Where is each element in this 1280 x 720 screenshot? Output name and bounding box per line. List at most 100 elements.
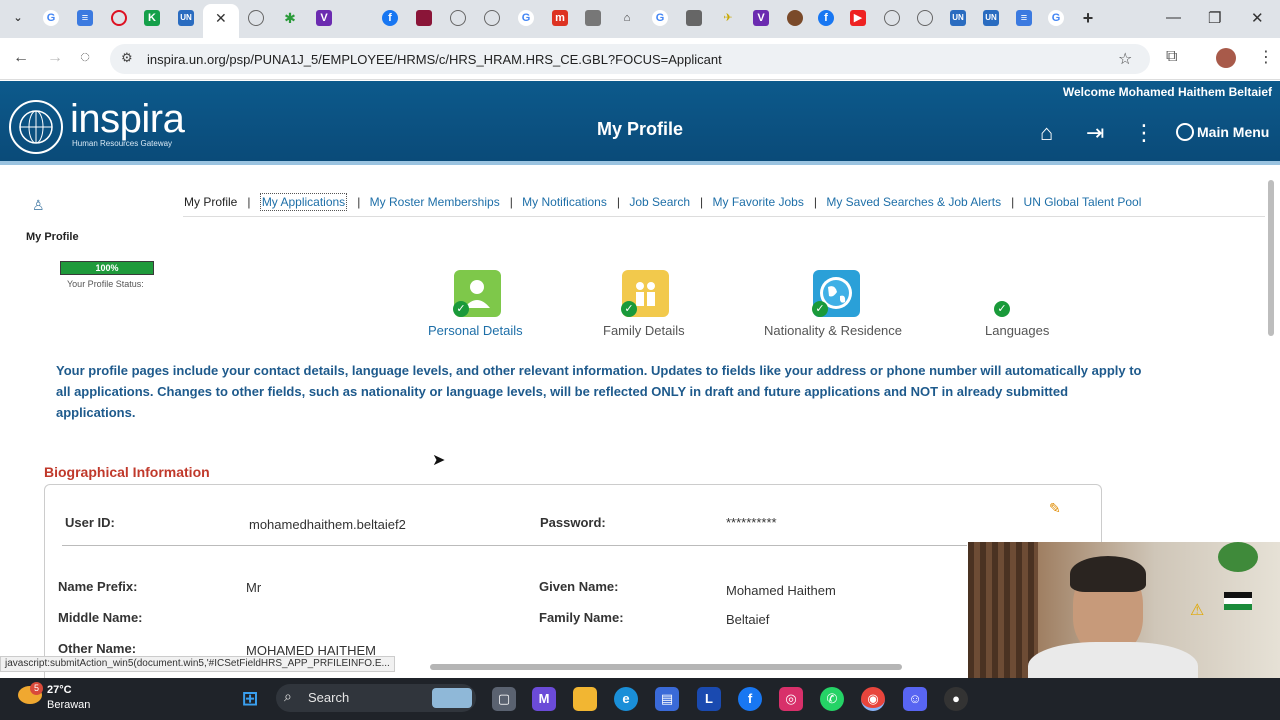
store-icon[interactable]: ▤: [655, 687, 679, 711]
globe-tab-icon[interactable]: [917, 10, 933, 26]
globe-tab-icon[interactable]: [884, 10, 900, 26]
list-tab-icon[interactable]: [686, 10, 702, 26]
nav-my-saved-searches[interactable]: My Saved Searches & Job Alerts: [826, 195, 1001, 209]
nav-separator: |: [813, 195, 817, 209]
given-name-value: Mohamed Haithem: [726, 583, 836, 598]
facebook-icon[interactable]: f: [738, 687, 762, 711]
welcome-text: Welcome Mohamed Haithem Beltaief: [1062, 85, 1272, 99]
nav-my-profile[interactable]: My Profile: [184, 195, 237, 209]
m-tab-icon[interactable]: m: [552, 10, 568, 26]
nav-separator: |: [1011, 195, 1015, 209]
google-tab-icon[interactable]: G: [1048, 10, 1064, 26]
yellow-tab-icon[interactable]: ✈: [720, 10, 736, 26]
plant: [1218, 542, 1258, 572]
extensions-icon[interactable]: ⧉: [1166, 48, 1177, 66]
instagram-icon[interactable]: ◎: [779, 687, 803, 711]
globe-tab-icon[interactable]: [484, 10, 500, 26]
tab-list-icon[interactable]: ⌄: [10, 10, 26, 26]
nav-separator: |: [247, 195, 251, 209]
whatsapp-icon[interactable]: ✆: [820, 687, 844, 711]
l-app-icon[interactable]: L: [697, 687, 721, 711]
un-tab-icon[interactable]: UN: [983, 10, 999, 26]
nav-my-favorite-jobs[interactable]: My Favorite Jobs: [713, 195, 804, 209]
browser-menu-icon[interactable]: ⋮: [1258, 47, 1274, 67]
bookmark-star-icon[interactable]: ☆: [1118, 49, 1132, 69]
qatar-tab-icon[interactable]: [416, 10, 432, 26]
youtube-tab-icon[interactable]: ▶: [850, 10, 866, 26]
horizontal-scrollbar[interactable]: [430, 664, 902, 670]
nationality-residence-link[interactable]: Nationality & Residence: [764, 323, 902, 338]
weather-widget[interactable]: 27°C Berawan: [47, 683, 90, 713]
name-prefix-label: Name Prefix:: [58, 579, 138, 594]
m365-icon[interactable]: M: [532, 687, 556, 711]
taskbar: [0, 678, 1280, 720]
home-icon[interactable]: ⌂: [1040, 120, 1053, 146]
family-name-label: Family Name:: [539, 610, 624, 625]
loading-icon[interactable]: ◌: [80, 47, 90, 67]
facebook-tab-icon[interactable]: f: [382, 10, 398, 26]
edge-icon[interactable]: e: [614, 687, 638, 711]
nav-my-applications[interactable]: My Applications: [259, 193, 348, 211]
minimize-icon[interactable]: —: [1166, 9, 1181, 26]
edit-pencil-icon[interactable]: ✎: [1049, 500, 1061, 517]
signout-icon[interactable]: ⇥: [1086, 120, 1104, 146]
back-icon[interactable]: ←: [13, 49, 29, 67]
nav-my-notifications[interactable]: My Notifications: [522, 195, 607, 209]
active-tab[interactable]: ✕: [203, 4, 239, 38]
globe-tab-icon[interactable]: [450, 10, 466, 26]
purple-tab-icon[interactable]: V: [316, 10, 332, 26]
seal-tab-icon[interactable]: [787, 10, 803, 26]
chrome-icon[interactable]: ◉: [861, 687, 885, 711]
other-name-label: Other Name:: [58, 641, 137, 656]
globe-tab-icon[interactable]: [248, 10, 264, 26]
obs-icon[interactable]: ●: [944, 687, 968, 711]
docs-tab-icon[interactable]: ≡: [1016, 10, 1032, 26]
url-field[interactable]: ⚙ inspira.un.org/psp/PUNA1J_5/EMPLOYEE/H…: [110, 44, 1150, 74]
google-tab-icon[interactable]: G: [652, 10, 668, 26]
task-view-icon[interactable]: ▢: [492, 687, 516, 711]
discord-icon[interactable]: ☺: [903, 687, 927, 711]
purple-tab-icon[interactable]: V: [753, 10, 769, 26]
personal-details-link[interactable]: Personal Details: [428, 323, 523, 338]
taskbar-search[interactable]: [276, 684, 476, 712]
new-tab-icon[interactable]: +: [1080, 9, 1096, 27]
facebook-tab-icon[interactable]: f: [818, 10, 834, 26]
nav-separator: |: [509, 195, 513, 209]
webcam-overlay: ⚠: [968, 542, 1280, 688]
languages-link[interactable]: Languages: [985, 323, 1049, 338]
close-window-icon[interactable]: ✕: [1251, 9, 1264, 27]
avatar[interactable]: [1216, 48, 1236, 68]
profile-progress-bar: 100%: [60, 261, 154, 275]
progress-label: Your Profile Status:: [67, 279, 144, 289]
more-options-icon[interactable]: ⋮: [1133, 120, 1155, 146]
family-details-link[interactable]: Family Details: [603, 323, 685, 338]
main-menu-button[interactable]: Main Menu: [1176, 123, 1269, 141]
puzzle-tab-icon[interactable]: ✱: [282, 10, 298, 26]
restore-icon[interactable]: ❐: [1208, 9, 1221, 27]
nav-separator: |: [357, 195, 361, 209]
close-tab-icon[interactable]: ✕: [215, 10, 227, 27]
check-icon: ✓: [621, 301, 637, 317]
google-tab-icon[interactable]: G: [518, 10, 534, 26]
password-label: Password:: [540, 515, 606, 530]
docs-tab-icon[interactable]: ≡: [77, 10, 93, 26]
header-underline: [0, 161, 1280, 165]
site-header: inspira Human Resources Gateway Welcome …: [0, 81, 1280, 164]
warning-icon: ⚠: [1190, 602, 1205, 619]
opera-tab-icon[interactable]: [111, 10, 127, 26]
file-explorer-icon[interactable]: [573, 687, 597, 711]
logo-subtitle: Human Resources Gateway: [72, 139, 173, 148]
vertical-scrollbar[interactable]: [1268, 180, 1274, 336]
nav-job-search[interactable]: Job Search: [629, 195, 690, 209]
nav-un-global-talent-pool[interactable]: UN Global Talent Pool: [1024, 195, 1142, 209]
forward-icon[interactable]: →: [47, 49, 63, 67]
site-info-icon[interactable]: ⚙: [121, 50, 133, 66]
google-tab-icon[interactable]: G: [43, 10, 59, 26]
un-tab-icon[interactable]: UN: [950, 10, 966, 26]
k-tab-icon[interactable]: K: [144, 10, 160, 26]
arch-tab-icon[interactable]: ⌂: [619, 10, 635, 26]
news-tab-icon[interactable]: [585, 10, 601, 26]
windows-start-icon[interactable]: ⊞: [238, 687, 262, 711]
un-tab-icon[interactable]: UN: [178, 10, 194, 26]
nav-my-roster-memberships[interactable]: My Roster Memberships: [370, 195, 500, 209]
